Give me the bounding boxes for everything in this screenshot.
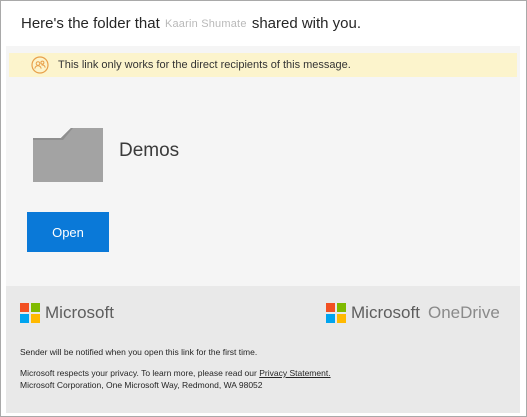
folder-name[interactable]: Demos (119, 140, 179, 162)
microsoft-wordmark: Microsoft (351, 303, 420, 322)
people-icon (31, 56, 49, 74)
notify-text: Sender will be notified when you open th… (20, 347, 258, 357)
microsoft-squares-icon (20, 303, 40, 323)
onedrive-wordmark: OneDrive (427, 303, 500, 322)
email-footer: Microsoft Microsoft OneDrive Sender will… (6, 286, 520, 413)
microsoft-wordmark: Microsoft (45, 303, 114, 322)
open-button[interactable]: Open (27, 212, 109, 252)
banner-text: This link only works for the direct reci… (58, 59, 351, 71)
share-card: This link only works for the direct reci… (6, 46, 520, 286)
microsoft-logo: Microsoft (20, 303, 114, 323)
privacy-text: Microsoft respects your privacy. To lear… (20, 368, 331, 378)
header-suffix: shared with you. (251, 14, 362, 32)
folder-icon[interactable] (33, 126, 103, 182)
email-header: Here's the folder that Kaarin Shumate sh… (1, 1, 526, 45)
recipients-banner: This link only works for the direct reci… (9, 53, 517, 77)
privacy-statement-link[interactable]: Privacy Statement. (259, 368, 330, 378)
header-prefix: Here's the folder that (21, 14, 160, 32)
microsoft-onedrive-logo: Microsoft OneDrive (326, 303, 500, 323)
microsoft-squares-icon (326, 303, 346, 323)
email-frame: Here's the folder that Kaarin Shumate sh… (0, 0, 527, 417)
address-text: Microsoft Corporation, One Microsoft Way… (20, 380, 263, 390)
sender-name: Kaarin Shumate (164, 18, 247, 30)
privacy-prefix: Microsoft respects your privacy. To lear… (20, 368, 260, 378)
